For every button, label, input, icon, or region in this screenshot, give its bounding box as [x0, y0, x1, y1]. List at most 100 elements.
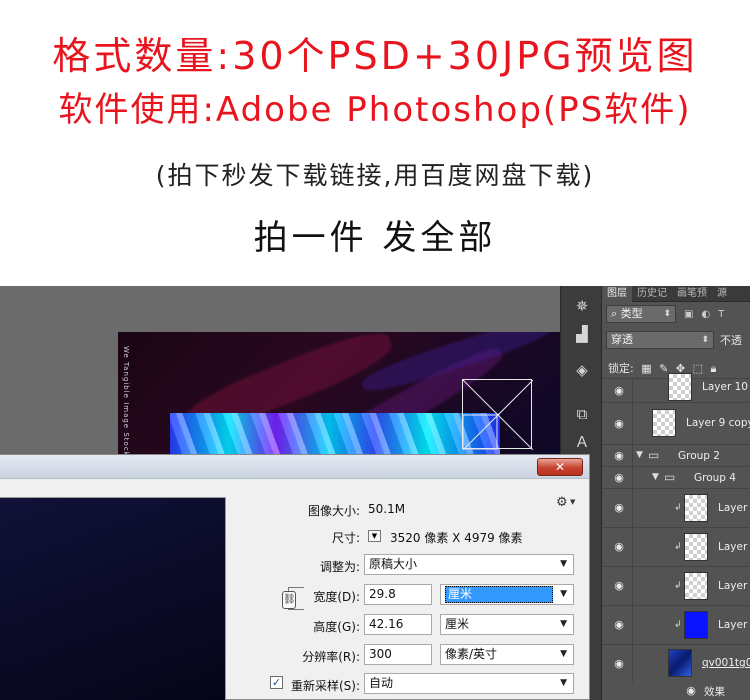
chevron-down-icon[interactable]: ▼ — [652, 472, 659, 482]
lock-artboard-icon[interactable]: ⬚ — [693, 362, 703, 375]
close-button[interactable]: ✕ — [537, 458, 583, 476]
height-label: 高度(G): — [313, 620, 360, 634]
layer-name: Layer 10 — [702, 381, 748, 393]
group-row[interactable]: ◉ ▼ ▭ Group 2 — [602, 444, 750, 466]
chevron-down-icon: ▼ — [560, 649, 567, 659]
layer-name: qv001tg0 — [702, 657, 750, 669]
eye-icon[interactable]: ◉ — [612, 657, 626, 670]
layer-filter-select[interactable]: ⌕ 类型 ⬍ — [606, 305, 676, 323]
layer-filter-row: ⌕ 类型 ⬍ ▣ ◐ T — [606, 304, 724, 324]
group-name: Group 2 — [678, 450, 720, 462]
layer-thumbnail — [668, 373, 692, 401]
resample-checkbox[interactable]: ✓ — [270, 676, 283, 689]
chevron-updown-icon: ⬍ — [663, 309, 671, 319]
eye-icon[interactable]: ◉ — [612, 471, 626, 484]
lock-all-icon[interactable]: 🔒︎ — [710, 362, 716, 375]
layer-name: Layer — [718, 541, 748, 553]
width-input[interactable]: 29.8 — [364, 584, 432, 605]
eye-icon[interactable]: ◉ — [612, 384, 626, 397]
layer-row[interactable]: ◉ qv001tg0 — [602, 644, 750, 682]
filter-pixel-icon[interactable]: ▣ — [684, 309, 693, 320]
navigator-icon[interactable]: ✵ — [569, 294, 595, 318]
blend-mode-select[interactable]: 穿透 ⬍ — [606, 331, 714, 349]
resolution-label: 分辨率(R): — [302, 650, 360, 664]
effects-row[interactable]: ◉ 效果 — [602, 682, 750, 700]
effects-label: 效果 — [704, 686, 725, 698]
group-name: Group 4 — [694, 472, 736, 484]
fit-to-select[interactable]: 原稿大小 ▼ — [364, 554, 574, 575]
dialog-titlebar[interactable]: ✕ — [0, 455, 589, 479]
promo-format-line: 格式数量:30个PSD+30JPG预览图 — [52, 34, 698, 78]
image-preview[interactable] — [0, 497, 226, 700]
fit-to-label: 调整为: — [319, 560, 360, 574]
layer-name: Layer — [718, 619, 748, 631]
clone-source-icon[interactable]: ⧉ — [569, 402, 595, 426]
lock-transparent-icon[interactable]: ▦ — [641, 362, 651, 375]
tab-layers[interactable]: 图层 — [602, 286, 632, 302]
layers-panel: 图层 历史记 画笔预 源 ⌕ 类型 ⬍ ▣ ◐ T 穿透 ⬍ 不透 锁定: ▦ — [602, 286, 750, 700]
tab-brush-preset[interactable]: 画笔预 — [672, 286, 712, 302]
photoshop-workspace: We Tangible Image Stock ✵ ▟ ◈ ⧉ Ａ 图层 历史记… — [0, 286, 750, 700]
layer-thumbnail-texture — [668, 649, 692, 677]
chevron-down-icon[interactable]: ▼ — [636, 450, 643, 460]
layer-row[interactable]: ◉ ↲ Layer — [602, 605, 750, 644]
promo-slogan: 拍一件 发全部 — [253, 218, 497, 258]
chevron-down-icon: ▼ — [560, 619, 567, 629]
layer-name: Layer — [718, 580, 748, 592]
layer-thumbnail — [652, 409, 676, 437]
clip-arrow-icon: ↲ — [674, 503, 682, 513]
resolution-unit-select[interactable]: 像素/英寸 ▼ — [440, 644, 574, 665]
height-input[interactable]: 42.16 — [364, 614, 432, 635]
layer-thumbnail — [684, 572, 708, 600]
eye-icon[interactable]: ◉ — [684, 685, 698, 697]
eye-icon[interactable]: ◉ — [612, 417, 626, 430]
clip-arrow-icon: ↲ — [674, 620, 682, 630]
folder-icon: ▭ — [664, 470, 676, 484]
layer-row[interactable]: ◉ Layer 10 — [602, 373, 750, 402]
layer-row[interactable]: ◉ ↲ Layer — [602, 566, 750, 605]
chevron-down-icon: ▼ — [560, 559, 567, 569]
layer-row[interactable]: ◉ Layer 9 copy — [602, 402, 750, 444]
clip-arrow-icon: ↲ — [674, 581, 682, 591]
lock-row: 锁定: ▦ ✎ ✥ ⬚ 🔒︎ — [608, 360, 716, 376]
height-unit-select[interactable]: 厘米 ▼ — [440, 614, 574, 635]
layer-thumbnail — [684, 494, 708, 522]
lock-paint-icon[interactable]: ✎ — [659, 362, 668, 375]
folder-icon: ▭ — [648, 448, 660, 462]
layer-name: Layer — [718, 502, 748, 514]
filter-adjust-icon[interactable]: ◐ — [701, 309, 710, 320]
character-icon[interactable]: Ａ — [569, 430, 595, 454]
layer-thumbnail — [684, 533, 708, 561]
promo-download-note: (拍下秒发下载链接,用百度网盘下载) — [155, 161, 595, 190]
group-row[interactable]: ◉ ▼ ▭ Group 4 — [602, 466, 750, 488]
layer-name: Layer 9 copy — [686, 417, 750, 429]
lock-label: 锁定: — [608, 362, 634, 375]
search-icon: ⌕ — [611, 307, 618, 320]
resolution-input[interactable]: 300 — [364, 644, 432, 665]
eye-icon[interactable]: ◉ — [612, 449, 626, 462]
resample-label: 重新采样(S): — [290, 679, 360, 693]
image-size-dialog: ✕ 图像大小: 50.1M ⚙ ▼ 尺寸: ▼ 3520 像素 X 4979 像… — [0, 454, 590, 700]
tab-source[interactable]: 源 — [712, 286, 732, 302]
eye-icon[interactable]: ◉ — [612, 541, 626, 553]
layer-row[interactable]: ◉ ↲ Layer — [602, 527, 750, 566]
resample-select[interactable]: 自动 ▼ — [364, 673, 574, 694]
chevron-down-icon: ▼ — [560, 678, 567, 688]
chevron-down-icon: ▼ — [560, 589, 567, 599]
eye-icon[interactable]: ◉ — [612, 580, 626, 592]
histogram-icon[interactable]: ▟ — [569, 322, 595, 346]
eye-icon[interactable]: ◉ — [612, 502, 626, 514]
eye-icon[interactable]: ◉ — [612, 619, 626, 631]
layer-row[interactable]: ◉ ↲ Layer — [602, 488, 750, 527]
tab-history[interactable]: 历史记 — [632, 286, 672, 302]
width-unit-select[interactable]: 厘米 ▼ — [440, 584, 574, 605]
dimensions-label: 尺寸: — [331, 531, 360, 545]
chevron-down-icon[interactable]: ▼ — [570, 498, 575, 506]
filter-type-icon[interactable]: T — [718, 309, 724, 320]
transform-selection-box[interactable] — [462, 379, 533, 450]
3d-icon[interactable]: ◈ — [569, 358, 595, 382]
panel-tabbar: 图层 历史记 画笔预 源 — [602, 286, 750, 302]
width-label: 宽度(D): — [313, 590, 360, 604]
dimensions-unit-dropdown[interactable]: ▼ — [368, 530, 381, 542]
gear-icon[interactable]: ⚙ — [556, 495, 568, 510]
